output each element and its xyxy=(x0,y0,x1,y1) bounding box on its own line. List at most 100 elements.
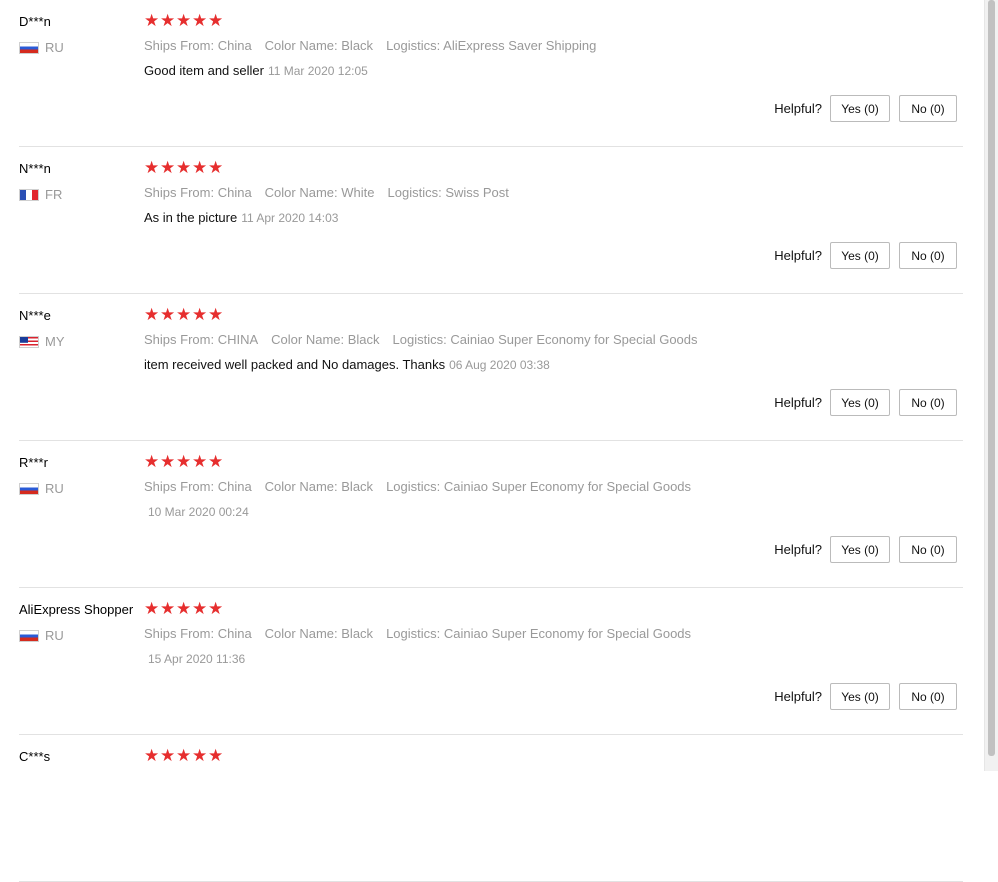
order-attribute: Color Name: Black xyxy=(265,479,373,494)
order-attribute: Color Name: Black xyxy=(265,626,373,641)
star-icon: ★ xyxy=(160,158,176,177)
vertical-scrollbar[interactable] xyxy=(984,0,998,771)
attribute-value: China xyxy=(217,479,252,494)
star-icon: ★ xyxy=(208,452,224,471)
star-icon: ★ xyxy=(160,305,176,324)
flag-fr-icon xyxy=(19,188,39,201)
star-icon: ★ xyxy=(144,11,160,30)
star-rating: ★ ★ ★ ★ ★ xyxy=(144,11,223,31)
star-icon: ★ xyxy=(192,305,208,324)
star-icon: ★ xyxy=(160,11,176,30)
review-item: AliExpress Shopper RU ★ ★ ★ ★ ★ Ships From: Chi… xyxy=(0,588,984,735)
star-icon: ★ xyxy=(160,599,176,618)
attribute-key: Logistics: xyxy=(386,626,441,641)
review-item: R***r RU ★ ★ ★ ★ ★ Ships From: China Color Name:… xyxy=(0,441,984,588)
order-attribute: Ships From: China xyxy=(144,626,252,641)
reviewer-name: C***s xyxy=(19,749,51,764)
attribute-value: Black xyxy=(341,479,374,494)
helpful-vote: Helpful? Yes (0) No (0) xyxy=(774,389,957,416)
helpful-label: Helpful? xyxy=(774,689,822,704)
star-icon: ★ xyxy=(192,11,208,30)
star-icon: ★ xyxy=(176,305,192,324)
star-icon: ★ xyxy=(160,746,176,765)
helpful-no-button[interactable]: No (0) xyxy=(899,242,957,269)
star-rating: ★ ★ ★ ★ ★ xyxy=(144,452,224,472)
star-icon: ★ xyxy=(176,452,192,471)
helpful-yes-button[interactable]: Yes (0) xyxy=(830,389,890,416)
order-attribute: Logistics: Cainiao Super Economy for Spe… xyxy=(386,479,691,494)
attribute-value: Black xyxy=(341,38,374,53)
star-icon: ★ xyxy=(192,452,208,471)
star-icon: ★ xyxy=(144,452,160,471)
star-icon: ★ xyxy=(144,158,160,177)
flag-ru-icon xyxy=(19,482,39,495)
attribute-key: Logistics: xyxy=(386,38,441,53)
order-attribute: Logistics: AliExpress Saver Shipping xyxy=(386,38,596,53)
star-icon: ★ xyxy=(144,746,160,765)
order-attribute: Logistics: Cainiao Super Economy for Spe… xyxy=(386,626,691,641)
star-icon: ★ xyxy=(176,11,192,30)
order-attribute: Logistics: Swiss Post xyxy=(388,185,509,200)
order-attribute: Color Name: Black xyxy=(265,38,373,53)
attribute-value: China xyxy=(217,38,252,53)
order-attribute: Color Name: White xyxy=(265,185,375,200)
attribute-key: Ships From: xyxy=(144,332,215,347)
attribute-value: CHINA xyxy=(217,332,259,347)
flag-ru-icon xyxy=(19,41,39,54)
reviewer-name: R***r xyxy=(19,455,48,470)
order-attributes: Ships From: China Color Name: Black Logist… xyxy=(144,626,704,641)
helpful-no-button[interactable]: No (0) xyxy=(899,536,957,563)
star-icon: ★ xyxy=(192,158,208,177)
attribute-value: Swiss Post xyxy=(445,185,509,200)
order-attributes: Ships From: CHINA Color Name: Black Logist… xyxy=(144,332,711,347)
review-item: N***n FR ★ ★ ★ ★ ★ Ships From: China Color Name:… xyxy=(0,147,984,294)
order-attribute: Ships From: China xyxy=(144,185,252,200)
attribute-key: Color Name: xyxy=(264,626,338,641)
reviewer-country: RU xyxy=(19,40,64,55)
helpful-no-button[interactable]: No (0) xyxy=(899,95,957,122)
attribute-value: White xyxy=(341,185,375,200)
attribute-key: Logistics: xyxy=(386,479,441,494)
helpful-yes-button[interactable]: Yes (0) xyxy=(830,242,890,269)
review-item: C***s ★ ★ ★ ★ ★ xyxy=(0,735,984,882)
scrollbar-thumb[interactable] xyxy=(988,0,995,756)
helpful-yes-button[interactable]: Yes (0) xyxy=(830,683,890,710)
star-rating: ★ ★ ★ ★ ★ xyxy=(144,305,223,325)
helpful-vote: Helpful? Yes (0) No (0) xyxy=(774,242,957,269)
reviewer-country: MY xyxy=(19,334,65,349)
helpful-vote: Helpful? Yes (0) No (0) xyxy=(774,95,957,122)
star-icon: ★ xyxy=(208,599,224,618)
review-content: 10 Mar 2020 00:24 xyxy=(144,504,249,519)
flag-ru-icon xyxy=(19,629,39,642)
country-code: RU xyxy=(45,628,64,643)
helpful-vote: Helpful? Yes (0) No (0) xyxy=(774,683,957,710)
star-icon: ★ xyxy=(144,305,160,324)
attribute-key: Ships From: xyxy=(144,479,215,494)
attribute-key: Logistics: xyxy=(392,332,447,347)
review-comment: item received well packed and No damages… xyxy=(144,357,446,372)
reviewer-name: N***n xyxy=(19,161,51,176)
helpful-yes-button[interactable]: Yes (0) xyxy=(830,536,890,563)
attribute-value: Cainiao Super Economy for Special Goods xyxy=(450,332,698,347)
helpful-no-button[interactable]: No (0) xyxy=(899,683,957,710)
attribute-value: Cainiao Super Economy for Special Goods xyxy=(443,626,692,641)
helpful-vote: Helpful? Yes (0) No (0) xyxy=(774,536,957,563)
attribute-key: Ships From: xyxy=(144,185,215,200)
star-icon: ★ xyxy=(160,452,176,471)
attribute-key: Ships From: xyxy=(144,38,215,53)
helpful-label: Helpful? xyxy=(774,101,822,116)
helpful-yes-button[interactable]: Yes (0) xyxy=(830,95,890,122)
review-date: 10 Mar 2020 00:24 xyxy=(148,505,249,519)
star-rating: ★ ★ ★ ★ ★ xyxy=(144,158,223,178)
review-comment: Good item and seller xyxy=(144,63,264,78)
reviewer-country: RU xyxy=(19,481,64,496)
star-icon: ★ xyxy=(176,746,192,765)
star-icon: ★ xyxy=(176,158,192,177)
review-item: N***e MY ★ ★ ★ ★ ★ Ships From: CHINA Color Name:… xyxy=(0,294,984,441)
helpful-no-button[interactable]: No (0) xyxy=(899,389,957,416)
reviewer-name: D***n xyxy=(19,14,51,29)
review-content: item received well packed and No damages… xyxy=(144,357,550,372)
star-rating: ★ ★ ★ ★ ★ xyxy=(144,599,224,619)
country-code: FR xyxy=(45,187,63,202)
review-content: Good item and seller 11 Mar 2020 12:05 xyxy=(144,63,368,78)
